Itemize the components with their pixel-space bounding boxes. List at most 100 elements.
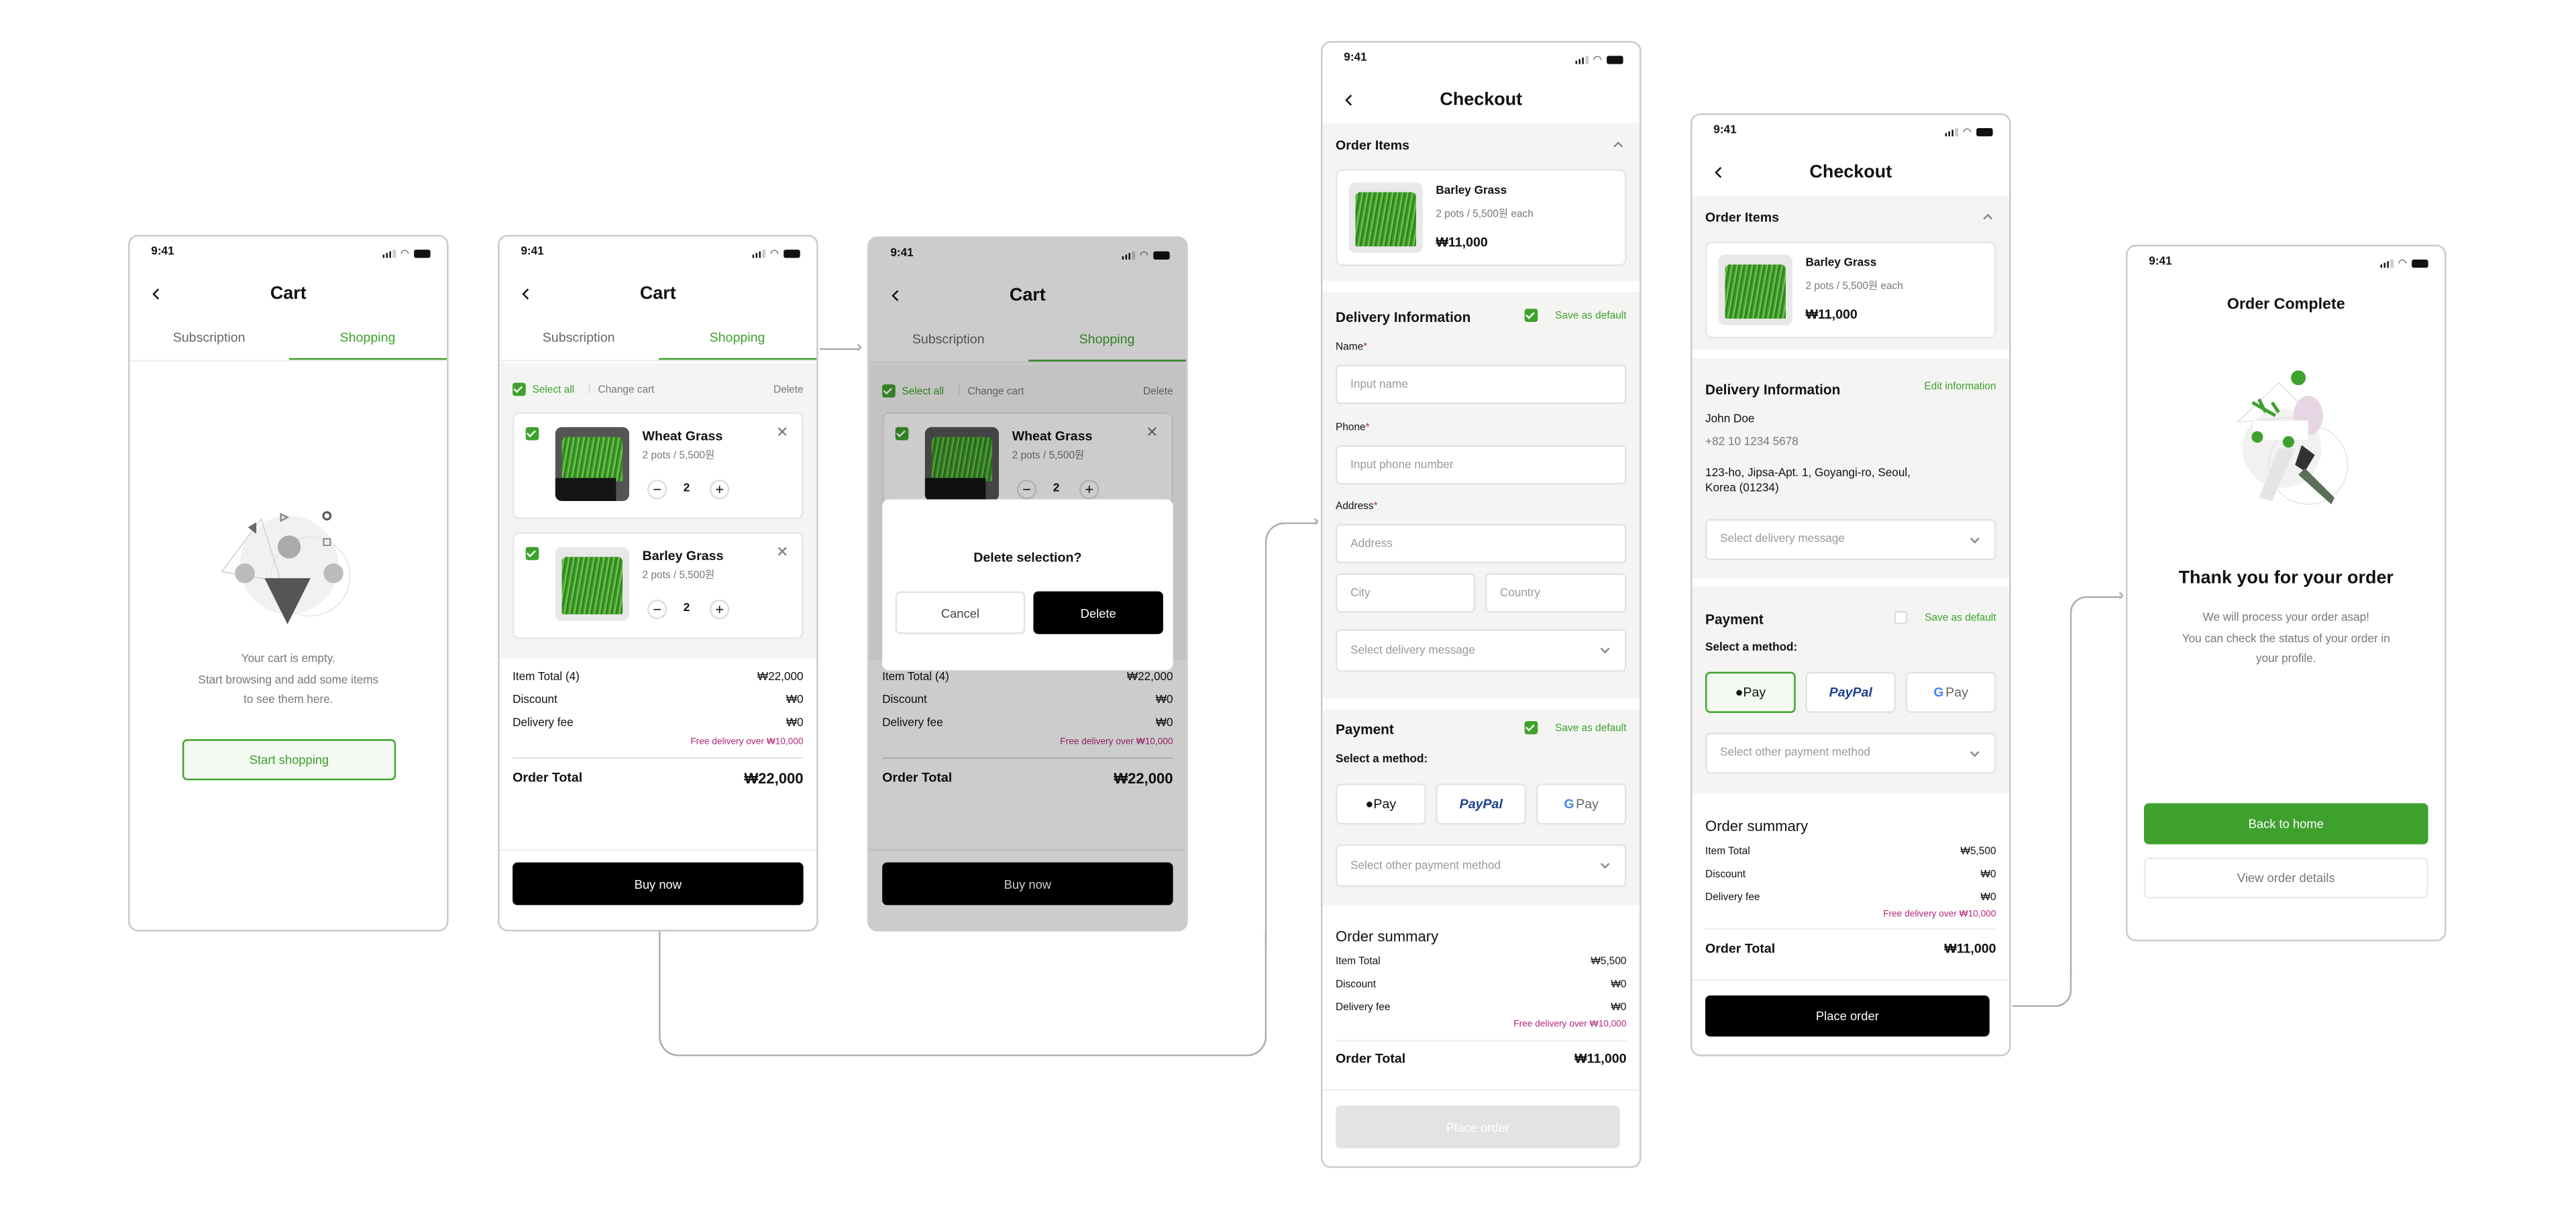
decrease-quantity-button[interactable]: − xyxy=(647,480,667,500)
order-summary-title: Order summary xyxy=(1336,928,1439,945)
remove-item-icon[interactable]: ✕ xyxy=(776,544,788,562)
footer-divider xyxy=(499,849,817,851)
delete-link[interactable]: Delete xyxy=(773,384,804,395)
item-checkbox[interactable] xyxy=(525,427,539,441)
delivery-message-select[interactable]: Select delivery message xyxy=(1705,518,1996,561)
other-payment-select[interactable]: Select other payment method xyxy=(1336,844,1627,887)
summary-discount: Discount ₩0 xyxy=(513,695,803,706)
value: ₩5,500 xyxy=(1591,956,1627,968)
empty-cart-illustration xyxy=(221,511,351,624)
flow-connector xyxy=(659,931,1267,1056)
save-default-label[interactable]: Save as default xyxy=(1555,311,1626,322)
increase-quantity-button[interactable]: + xyxy=(709,480,730,500)
save-default-label[interactable]: Save as default xyxy=(1925,612,1996,624)
summary-item-total: Item Total (4) ₩22,000 xyxy=(513,672,803,683)
increase-quantity-button[interactable]: + xyxy=(709,599,730,620)
payment-save-default-label[interactable]: Save as default xyxy=(1555,723,1626,734)
tab-subscription[interactable]: Subscription xyxy=(129,327,288,360)
remove-item-icon[interactable]: ✕ xyxy=(776,424,788,442)
address-input[interactable]: Address xyxy=(1336,524,1627,564)
summary-discount: Discount ₩0 xyxy=(1705,869,1996,881)
battery-icon xyxy=(1976,128,1993,137)
dialog-title: Delete selection? xyxy=(973,550,1082,565)
screen-cart-empty: 9:41 ◠ Cart Subscription Shopping Your c… xyxy=(128,235,449,932)
label: Order Total xyxy=(1336,1051,1406,1066)
empty-line: Start browsing and add some items xyxy=(198,674,379,686)
country-input[interactable]: Country xyxy=(1485,573,1627,613)
free-delivery-note: Free delivery over ₩10,000 xyxy=(1513,1020,1627,1030)
apple-icon: ● xyxy=(1365,796,1374,812)
status-time: 9:41 xyxy=(1713,125,1737,137)
item-detail: 2 pots / 5,500원 each xyxy=(1436,209,1534,221)
confirm-delete-button[interactable]: Delete xyxy=(1033,591,1163,635)
item-checkbox[interactable] xyxy=(525,547,539,561)
battery-icon xyxy=(414,250,431,258)
select-all-checkbox[interactable] xyxy=(513,382,526,396)
order-items-title: Order Items xyxy=(1336,138,1410,153)
paypal-button[interactable]: PayPal xyxy=(1805,671,1896,713)
status-icons: ◠ xyxy=(751,248,800,260)
free-delivery-note: Free delivery over ₩10,000 xyxy=(1883,910,1996,920)
view-order-details-button[interactable]: View order details xyxy=(2143,857,2428,899)
save-default-checkbox[interactable] xyxy=(1894,611,1908,624)
back-to-home-button[interactable]: Back to home xyxy=(2143,803,2428,844)
quantity-value: 2 xyxy=(683,602,690,614)
empty-line: to see them here. xyxy=(244,694,333,707)
signal-icon xyxy=(1574,56,1589,64)
status-time: 9:41 xyxy=(1344,52,1367,64)
summary-order-total: Order Total ₩11,000 xyxy=(1705,941,1996,956)
value: ₩11,000 xyxy=(1944,941,1996,956)
screen-checkout-form: 9:41 ◠ Checkout Order Items Barley Grass… xyxy=(1320,41,1642,1168)
start-shopping-button[interactable]: Start shopping xyxy=(182,739,396,781)
value: ₩0 xyxy=(786,694,804,707)
google-pay-button[interactable]: G Pay xyxy=(1536,783,1627,825)
tab-shopping[interactable]: Shopping xyxy=(657,327,817,360)
buy-now-button[interactable]: Buy now xyxy=(513,862,804,906)
empty-message: Your cart is empty. Start browsing and a… xyxy=(129,651,447,712)
order-message: We will process your order asap! You can… xyxy=(2127,610,2445,671)
tab-shopping[interactable]: Shopping xyxy=(288,327,447,360)
label: Delivery fee xyxy=(1705,891,1760,903)
wifi-icon: ◠ xyxy=(400,250,409,260)
divider xyxy=(513,757,804,759)
label: Item Total (4) xyxy=(513,671,580,683)
item-detail: 2 pots / 5,500원 each xyxy=(1805,280,1903,292)
phone-input[interactable]: Input phone number xyxy=(1336,445,1627,485)
value: ₩0 xyxy=(1980,891,1996,903)
other-payment-select[interactable]: Select other payment method xyxy=(1705,732,1996,774)
save-default-checkbox[interactable] xyxy=(1524,309,1538,323)
flow-connector xyxy=(1265,522,1318,950)
item-name: Barley Grass xyxy=(642,548,724,564)
summary-delivery-fee: Delivery fee ₩0 xyxy=(513,718,803,729)
select-method-label: Select a method: xyxy=(1336,754,1428,766)
barley-grass-image xyxy=(1348,182,1423,254)
cart-tabs: Subscription Shopping xyxy=(499,327,817,362)
decrease-quantity-button[interactable]: − xyxy=(647,599,667,620)
status-time: 9:41 xyxy=(2149,256,2172,268)
paypal-button[interactable]: PayPal xyxy=(1436,783,1527,825)
required-mark: * xyxy=(1373,500,1378,513)
payment-save-default-checkbox[interactable] xyxy=(1524,721,1538,734)
method-label: Pay xyxy=(1576,796,1599,812)
place-order-button[interactable]: Place order xyxy=(1705,995,1990,1037)
chevron-down-icon xyxy=(1970,747,1980,757)
name-input[interactable]: Input name xyxy=(1336,364,1627,404)
tab-subscription[interactable]: Subscription xyxy=(499,327,657,360)
apple-pay-button[interactable]: ● Pay xyxy=(1336,783,1426,825)
message-line: We will process your order asap! xyxy=(2202,612,2369,624)
google-pay-button[interactable]: G Pay xyxy=(1905,671,1996,713)
select-all-label[interactable]: Select all xyxy=(532,384,574,395)
item-detail: 2 pots / 5,500원 xyxy=(642,450,715,462)
value: ₩0 xyxy=(786,718,804,730)
cancel-button[interactable]: Cancel xyxy=(895,591,1026,635)
place-order-button-disabled[interactable]: Place order xyxy=(1336,1105,1620,1148)
city-input[interactable]: City xyxy=(1336,573,1476,613)
item-detail: 2 pots / 5,500원 xyxy=(642,569,715,582)
edit-information-link[interactable]: Edit information xyxy=(1924,381,1996,392)
summary-order-total: Order Total ₩22,000 xyxy=(513,771,803,787)
item-price: ₩11,000 xyxy=(1805,307,1858,323)
apple-pay-button-selected[interactable]: ● Pay xyxy=(1705,671,1796,713)
change-cart-link[interactable]: Change cart xyxy=(598,384,654,395)
delivery-message-select[interactable]: Select delivery message xyxy=(1336,628,1627,672)
label-text: Address xyxy=(1336,500,1374,513)
